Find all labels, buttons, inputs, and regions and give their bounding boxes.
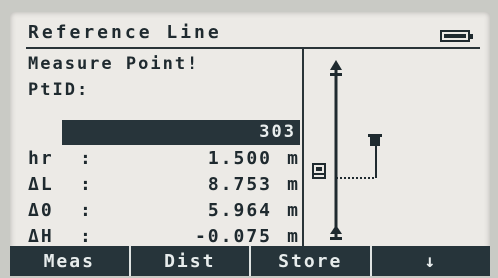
- page-down-softkey[interactable]: ↓: [372, 246, 491, 276]
- instrument-icon: [312, 163, 326, 179]
- softkey-bar: Meas Dist Store ↓: [10, 246, 490, 276]
- hr-value[interactable]: 1.500: [208, 148, 272, 169]
- page-title: Reference Line: [28, 22, 222, 43]
- reference-line-graphic: [330, 60, 342, 240]
- hr-row: hr : 1.500 m: [28, 148, 300, 174]
- delta-0-label: Δ0: [28, 200, 54, 221]
- delta-h-value: -0.075: [194, 226, 272, 247]
- delta-l-colon: :: [80, 174, 93, 195]
- hr-colon: :: [80, 148, 93, 169]
- hr-label: hr: [28, 148, 54, 169]
- delta-0-unit: m: [287, 200, 300, 221]
- delta-0-value: 5.964: [207, 200, 272, 221]
- delta-h-unit: m: [287, 226, 300, 247]
- instrument-screen: Reference Line Measure Point! PtID: 303 …: [10, 12, 490, 274]
- delta-h-label: ΔH: [28, 226, 54, 247]
- delta-0-colon: :: [80, 200, 93, 221]
- delta-0-row: Δ0 : 5.964 m: [28, 200, 300, 226]
- panel-divider: [302, 49, 304, 249]
- battery-icon: [440, 30, 473, 42]
- delta-l-label: ΔL: [28, 174, 54, 195]
- delta-l-row: ΔL : 8.753 m: [28, 174, 300, 200]
- delta-l-unit: m: [287, 174, 300, 195]
- meas-softkey[interactable]: Meas: [10, 246, 131, 276]
- delta-l-value: 8.753: [207, 174, 272, 195]
- title-divider: [26, 47, 480, 49]
- delta-h-colon: :: [80, 226, 93, 247]
- dist-softkey[interactable]: Dist: [131, 246, 251, 276]
- reference-line-diagram: [312, 60, 382, 240]
- store-softkey[interactable]: Store: [251, 246, 372, 276]
- hr-unit: m: [287, 148, 300, 169]
- ptid-input[interactable]: 303: [62, 120, 300, 145]
- ptid-label: PtID:: [28, 80, 90, 100]
- instruction-text: Measure Point!: [28, 54, 200, 74]
- target-point-icon: [368, 134, 382, 178]
